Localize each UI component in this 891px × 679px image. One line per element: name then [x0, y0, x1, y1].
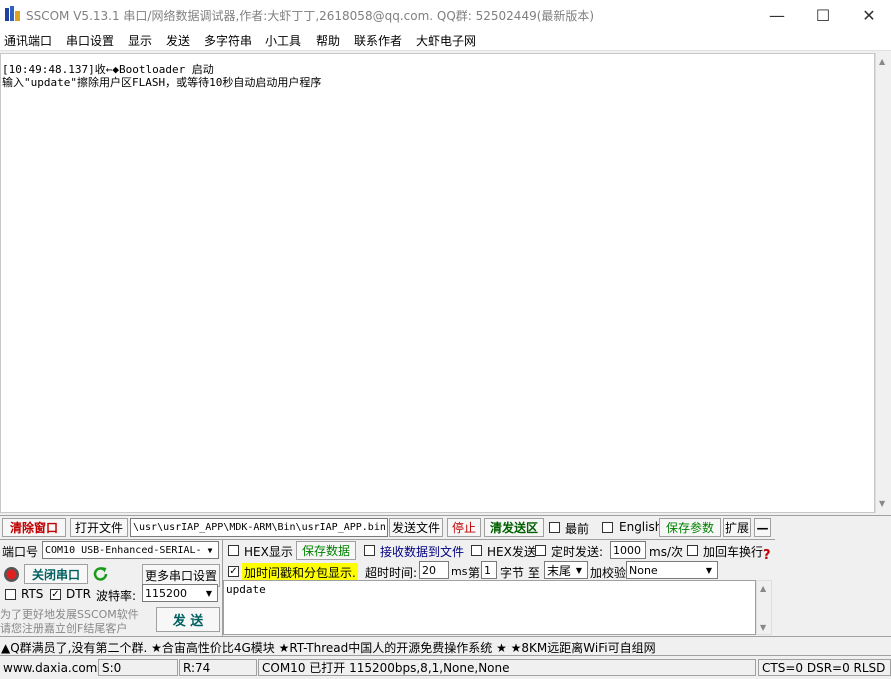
menu-contact-author[interactable]: 联系作者 [354, 32, 402, 49]
recv-to-file-checkbox[interactable] [364, 545, 375, 556]
hex-send-label: HEX发送 [487, 545, 536, 559]
close-port-button[interactable]: 关闭串口 [24, 564, 88, 584]
crlf-checkbox[interactable] [687, 545, 698, 556]
status-site-link[interactable]: www.daxia.com [0, 659, 97, 676]
app-icon [5, 6, 20, 21]
maximize-button[interactable]: ☐ [800, 0, 846, 30]
timeout-input[interactable]: 20 [419, 561, 449, 579]
collapse-button[interactable]: — [754, 518, 771, 537]
send-file-button[interactable]: 发送文件 [389, 518, 443, 537]
receive-line: 输入"update"擦除用户区FLASH，或等待10秒自动启动用户程序 [2, 76, 322, 89]
checksum-label: 加校验 [590, 566, 627, 580]
receive-line: [10:49:48.137]收←◆Bootloader 启动 [2, 63, 214, 76]
dtr-label: DTR [66, 587, 91, 601]
recv-to-file-label: 接收数据到文件 [380, 545, 465, 559]
stop-button[interactable]: 停止 [447, 518, 481, 537]
checksum-select[interactable]: None ▼ [626, 561, 718, 579]
interval-unit: ms/次 [649, 545, 683, 559]
window-title: SSCOM V5.13.1 串口/网络数据调试器,作者:大虾丁丁,2618058… [26, 9, 595, 23]
receive-textarea[interactable]: [10:49:48.137]收←◆Bootloader 启动 输入"update"… [0, 53, 875, 513]
timeout-label: 超时时间: [365, 566, 418, 580]
status-signals: CTS=0 DSR=0 RLSD [758, 659, 891, 676]
file-path-input[interactable]: \usr\usrIAP_APP\MDK-ARM\Bin\usrIAP_APP.b… [130, 518, 388, 537]
expand-button[interactable]: 扩展 [723, 518, 751, 537]
save-params-button[interactable]: 保存参数 [659, 518, 721, 537]
baud-label: 波特率: [96, 589, 137, 603]
promo-line-2[interactable]: 请您注册嘉立创F结尾客户 [0, 620, 127, 636]
send-text: update [226, 583, 266, 596]
menu-daxia-site[interactable]: 大虾电子网 [416, 32, 476, 49]
rts-label: RTS [21, 587, 44, 601]
port-select-value: COM10 USB-Enhanced-SERIAL- [45, 544, 202, 556]
ticker-text[interactable]: ▲Q群满员了,没有第二个群. ★合宙高性价比4G模块 ★RT-Thread中国人… [1, 639, 656, 656]
checksum-select-value: None [629, 563, 658, 577]
hex-display-label: HEX显示 [244, 545, 293, 559]
send-button[interactable]: 发 送 [156, 607, 220, 632]
status-port-state: COM10 已打开 115200bps,8,1,None,None [258, 659, 756, 676]
chevron-down-icon: ▼ [205, 588, 213, 598]
status-sent-count: S:0 [98, 659, 178, 676]
chevron-down-icon: ▼ [207, 545, 213, 555]
title-bar: SSCOM V5.13.1 串口/网络数据调试器,作者:大虾丁丁,2618058… [0, 0, 891, 30]
english-checkbox[interactable] [602, 522, 613, 533]
scroll-up-icon[interactable]: ▲ [879, 57, 885, 66]
open-file-button[interactable]: 打开文件 [70, 518, 128, 537]
topmost-label: 最前 [565, 522, 590, 536]
menu-tools[interactable]: 小工具 [265, 32, 301, 49]
port-status-icon [4, 567, 19, 582]
baud-select-value: 115200 [145, 586, 187, 600]
dtr-checkbox[interactable]: ✓ [50, 589, 61, 600]
byte-to-label: 字节 至 [500, 566, 540, 580]
rts-checkbox[interactable] [5, 589, 16, 600]
menu-bar: 通讯端口 串口设置 显示 发送 多字符串 小工具 帮助 联系作者 大虾电子网 [0, 30, 891, 51]
timeout-unit: ms [451, 565, 468, 578]
send-scrollbar[interactable]: ▲ ▼ [756, 580, 772, 635]
minimize-button[interactable]: — [754, 0, 800, 30]
menu-multi-string[interactable]: 多字符串 [204, 32, 252, 49]
nth-input[interactable]: 1 [481, 561, 497, 579]
baud-select[interactable]: 115200 ▼ [142, 584, 218, 602]
scroll-down-icon[interactable]: ▼ [760, 623, 766, 632]
clear-window-button[interactable]: 清除窗口 [2, 518, 66, 537]
timestamp-checkbox[interactable]: ✓ [228, 566, 239, 577]
port-label: 端口号 [2, 545, 39, 559]
help-icon[interactable]: ? [763, 546, 773, 562]
to-select-value: 末尾 [547, 563, 572, 578]
topmost-checkbox[interactable] [549, 522, 560, 533]
close-button[interactable]: ✕ [846, 0, 891, 30]
refresh-icon[interactable] [92, 565, 109, 583]
save-data-button[interactable]: 保存数据 [296, 541, 356, 560]
port-select[interactable]: COM10 USB-Enhanced-SERIAL- ▼ [42, 541, 219, 559]
interval-input[interactable]: 1000 [610, 541, 646, 559]
chevron-down-icon: ▼ [705, 565, 713, 575]
menu-send[interactable]: 发送 [166, 32, 190, 49]
nth-label: 第 [468, 566, 481, 580]
status-bar: www.daxia.com S:0 R:74 COM10 已打开 115200b… [0, 655, 891, 679]
timed-send-label: 定时发送: [551, 545, 604, 559]
english-label: English [619, 520, 663, 534]
timed-send-checkbox[interactable] [535, 545, 546, 556]
receive-text: [10:49:48.137]收←◆Bootloader 启动 输入"update"… [2, 63, 321, 89]
menu-comm-port[interactable]: 通讯端口 [4, 32, 52, 49]
to-select[interactable]: 末尾 ▼ [544, 561, 588, 579]
chevron-down-icon: ▼ [575, 565, 583, 575]
send-textarea[interactable]: update [223, 580, 756, 635]
menu-serial-settings[interactable]: 串口设置 [66, 32, 114, 49]
menu-help[interactable]: 帮助 [316, 32, 340, 49]
clear-send-button[interactable]: 清发送区 [484, 518, 544, 537]
scroll-down-icon[interactable]: ▼ [879, 499, 885, 508]
status-received-count: R:74 [179, 659, 257, 676]
crlf-label: 加回车换行 [703, 545, 764, 559]
menu-display[interactable]: 显示 [128, 32, 152, 49]
scroll-up-icon[interactable]: ▲ [760, 584, 766, 593]
svg-text:?: ? [763, 548, 771, 562]
receive-scrollbar[interactable]: ▲ ▼ [875, 53, 891, 513]
hex-display-checkbox[interactable] [228, 545, 239, 556]
hex-send-checkbox[interactable] [471, 545, 482, 556]
